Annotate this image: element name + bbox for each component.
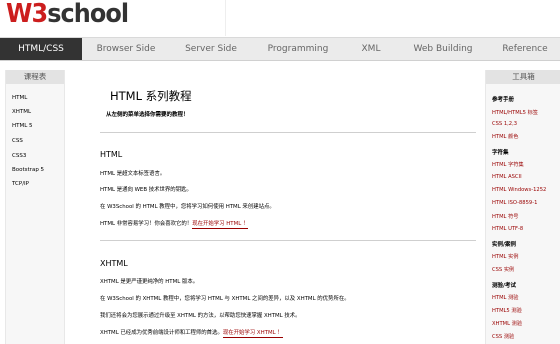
nav-tab-web-building[interactable]: Web Building [400,38,486,60]
paragraph: HTML 是通向 WEB 技术世界的钥匙。 [100,187,192,193]
toolbox-link[interactable]: XHTML 测验 [492,320,522,327]
paragraph: 我们还将会为您展示通过升级至 XHTML 的方法，以帮助您快速掌握 XHTML … [100,313,301,319]
site-header: W3school [0,0,560,36]
section-title-xhtml: XHTML [100,259,128,268]
toolbox-link[interactable]: CSS 测验 [492,333,514,340]
main-content: HTML 系列教程 从左侧的菜单选择你需要的教程！ HTML HTML 是超文本… [90,70,476,344]
left-sidebar-title: 课程表 [6,70,64,84]
sidebar-item-css[interactable]: CSS [12,138,23,144]
nav-tab-html-css[interactable]: HTML/CSS [0,38,82,60]
toolbox-link[interactable]: HTML ISO-8859-1 [492,200,537,206]
paragraph-text: XHTML 已经成为优秀前端设计师和工程师的首选。 [100,330,223,336]
toolbox-group-reference: 参考手册 [492,97,515,103]
toolbox-link[interactable]: HTML 字符集 [492,161,524,168]
top-navigation: HTML/CSS Browser Side Server Side Progra… [0,37,560,61]
nav-tab-programming[interactable]: Programming [254,38,342,60]
left-sidebar: 课程表 HTML XHTML HTML 5 CSS CSS3 Bootstrap… [5,70,65,344]
toolbox-link[interactable]: CSS 1,2,3 [492,121,517,127]
toolbox-link[interactable]: HTML Windows-1252 [492,187,546,193]
toolbox-group-examples: 实例/案例 [492,242,517,248]
start-html-link[interactable]: 现在开始学习 HTML ！ [192,221,249,229]
toolbox-link[interactable]: HTML UTF-8 [492,226,523,232]
sidebar-item-tcpip[interactable]: TCP/IP [12,181,29,187]
nav-tab-reference[interactable]: Reference [490,38,560,60]
toolbox-link[interactable]: HTML/HTML5 标签 [492,109,538,116]
paragraph-with-link: HTML 非常容易学习！你会喜欢它的！现在开始学习 HTML ！ [100,219,249,229]
paragraph: 在 W3School 的 XHTML 教程中，您将学习 HTML 与 XHTML… [100,296,350,302]
toolbox-link[interactable]: HTML 颜色 [492,133,518,140]
site-logo[interactable]: W3school [6,0,129,29]
sidebar-item-html5[interactable]: HTML 5 [12,123,33,129]
page-title: HTML 系列教程 [110,89,192,103]
right-sidebar-title: 工具箱 [486,70,560,84]
logo-w3: W3 [6,0,48,29]
sidebar-item-bootstrap5[interactable]: Bootstrap 5 [12,167,44,173]
toolbox-link[interactable]: HTML5 测验 [492,307,522,314]
toolbox-link[interactable]: HTML ASCII [492,174,522,180]
toolbox-link[interactable]: HTML 测验 [492,294,518,301]
paragraph: 在 W3School 的 HTML 教程中，您将学习如何使用 HTML 来创建站… [100,204,275,210]
header-divider [225,0,226,36]
sidebar-item-css3[interactable]: CSS3 [12,153,26,159]
section-title-html: HTML [100,150,123,159]
right-sidebar: 工具箱 参考手册 HTML/HTML5 标签 CSS 1,2,3 HTML 颜色… [485,70,560,344]
toolbox-link[interactable]: CSS 实例 [492,266,514,273]
toolbox-link[interactable]: HTML 符号 [492,213,518,220]
paragraph: XHTML 是更严谨更纯净的 HTML 版本。 [100,279,199,285]
nav-tab-xml[interactable]: XML [344,38,398,60]
nav-tab-browser-side[interactable]: Browser Side [84,38,168,60]
nav-tab-server-side[interactable]: Server Side [170,38,252,60]
paragraph-text: HTML 非常容易学习！你会喜欢它的！ [100,221,193,227]
toolbox-link[interactable]: HTML 实例 [492,253,518,260]
toolbox-group-charset: 字符集 [492,150,509,156]
sidebar-item-html[interactable]: HTML [12,95,27,101]
divider [100,132,476,133]
logo-school: school [47,0,129,29]
toolbox-group-quiz: 测验/考试 [492,283,517,289]
sidebar-item-xhtml[interactable]: XHTML [12,109,31,115]
page-hint: 从左侧的菜单选择你需要的教程！ [106,112,189,118]
paragraph-with-link: XHTML 已经成为优秀前端设计师和工程师的首选。现在开始学习 XHTML ！ [100,328,283,338]
start-xhtml-link[interactable]: 现在开始学习 XHTML ！ [222,330,283,338]
paragraph: HTML 是超文本标签语言。 [100,171,166,177]
divider [100,240,476,241]
